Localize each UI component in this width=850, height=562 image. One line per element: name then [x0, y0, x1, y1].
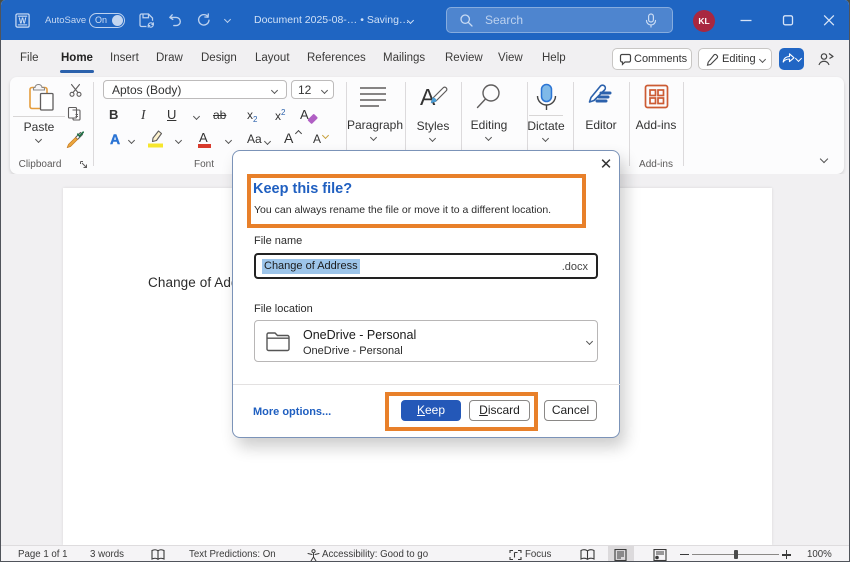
svg-text:W: W	[19, 16, 27, 25]
